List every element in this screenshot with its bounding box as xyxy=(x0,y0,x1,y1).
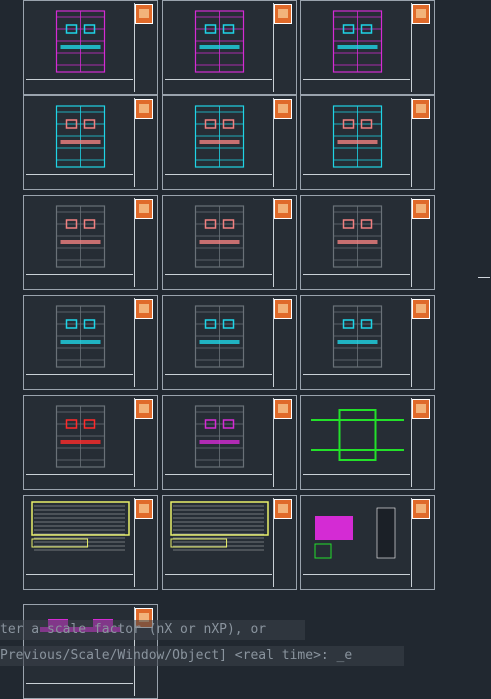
drawing-info-bar xyxy=(303,174,410,187)
drawing-info-bar xyxy=(165,274,272,287)
crosshair-cursor xyxy=(478,277,490,278)
floor-plan-drawing xyxy=(30,100,129,171)
company-logo-icon xyxy=(274,4,292,24)
drawing-info-bar xyxy=(26,374,133,387)
layout-sheet[interactable] xyxy=(162,395,297,490)
drawing-info-bar xyxy=(165,574,272,587)
floor-plan-drawing xyxy=(307,5,406,76)
layout-sheet[interactable] xyxy=(23,0,158,95)
command-history-line: ter a scale factor (nX or nXP), or xyxy=(0,620,305,640)
company-logo-icon xyxy=(135,399,153,419)
company-logo-icon xyxy=(412,199,430,219)
layout-sheet[interactable] xyxy=(23,295,158,390)
layout-sheet[interactable] xyxy=(162,95,297,190)
drawing-info-bar xyxy=(26,574,133,587)
floor-plan-drawing xyxy=(30,400,129,471)
floor-plan-drawing xyxy=(30,300,129,371)
floor-plan-drawing xyxy=(30,200,129,271)
floor-plan-drawing xyxy=(169,200,268,271)
company-logo-icon xyxy=(274,99,292,119)
layout-sheet[interactable] xyxy=(162,295,297,390)
company-logo-icon xyxy=(135,4,153,24)
company-logo-icon xyxy=(412,299,430,319)
company-logo-icon xyxy=(412,399,430,419)
layout-sheet[interactable] xyxy=(300,95,435,190)
drawing-info-bar xyxy=(26,79,133,92)
layout-sheet[interactable] xyxy=(300,195,435,290)
floor-plan-drawing xyxy=(169,500,269,571)
drawing-canvas[interactable] xyxy=(0,0,491,699)
floor-plan-drawing xyxy=(169,300,268,371)
floor-plan-drawing xyxy=(307,300,406,371)
layout-sheet[interactable] xyxy=(23,195,158,290)
drawing-info-bar xyxy=(26,174,133,187)
drawing-info-bar xyxy=(165,79,272,92)
drawing-info-bar xyxy=(26,274,133,287)
layout-sheet[interactable] xyxy=(23,395,158,490)
company-logo-icon xyxy=(135,99,153,119)
drawing-info-bar xyxy=(26,474,133,487)
layout-sheet[interactable] xyxy=(300,395,435,490)
layout-sheet[interactable] xyxy=(162,495,297,590)
layout-sheet[interactable] xyxy=(162,195,297,290)
floor-plan-drawing xyxy=(30,5,129,76)
drawing-info-bar xyxy=(303,79,410,92)
drawing-info-bar xyxy=(165,174,272,187)
company-logo-icon xyxy=(135,299,153,319)
company-logo-icon xyxy=(135,499,153,519)
floor-plan-drawing xyxy=(169,100,268,171)
company-logo-icon xyxy=(412,499,430,519)
company-logo-icon xyxy=(274,299,292,319)
drawing-info-bar xyxy=(165,374,272,387)
floor-plan-drawing xyxy=(169,400,268,471)
layout-sheet[interactable] xyxy=(300,0,435,95)
company-logo-icon xyxy=(274,499,292,519)
layout-sheet[interactable] xyxy=(23,95,158,190)
floor-plan-drawing xyxy=(169,5,268,76)
floor-plan-drawing xyxy=(307,400,406,471)
drawing-info-bar xyxy=(303,374,410,387)
drawing-info-bar xyxy=(26,683,133,696)
company-logo-icon xyxy=(412,4,430,24)
floor-plan-drawing xyxy=(307,500,406,571)
command-prompt-line[interactable]: Previous/Scale/Window/Object] <real time… xyxy=(0,646,404,666)
company-logo-icon xyxy=(412,99,430,119)
company-logo-icon xyxy=(135,199,153,219)
drawing-info-bar xyxy=(303,474,410,487)
drawing-info-bar xyxy=(303,574,410,587)
layout-sheet[interactable] xyxy=(23,495,158,590)
layout-sheet[interactable] xyxy=(162,0,297,95)
floor-plan-drawing xyxy=(307,200,406,271)
drawing-info-bar xyxy=(303,274,410,287)
drawing-info-bar xyxy=(165,474,272,487)
layout-sheet[interactable] xyxy=(300,295,435,390)
company-logo-icon xyxy=(274,199,292,219)
floor-plan-drawing xyxy=(30,500,130,571)
company-logo-icon xyxy=(274,399,292,419)
layout-sheet[interactable] xyxy=(300,495,435,590)
floor-plan-drawing xyxy=(307,100,406,171)
